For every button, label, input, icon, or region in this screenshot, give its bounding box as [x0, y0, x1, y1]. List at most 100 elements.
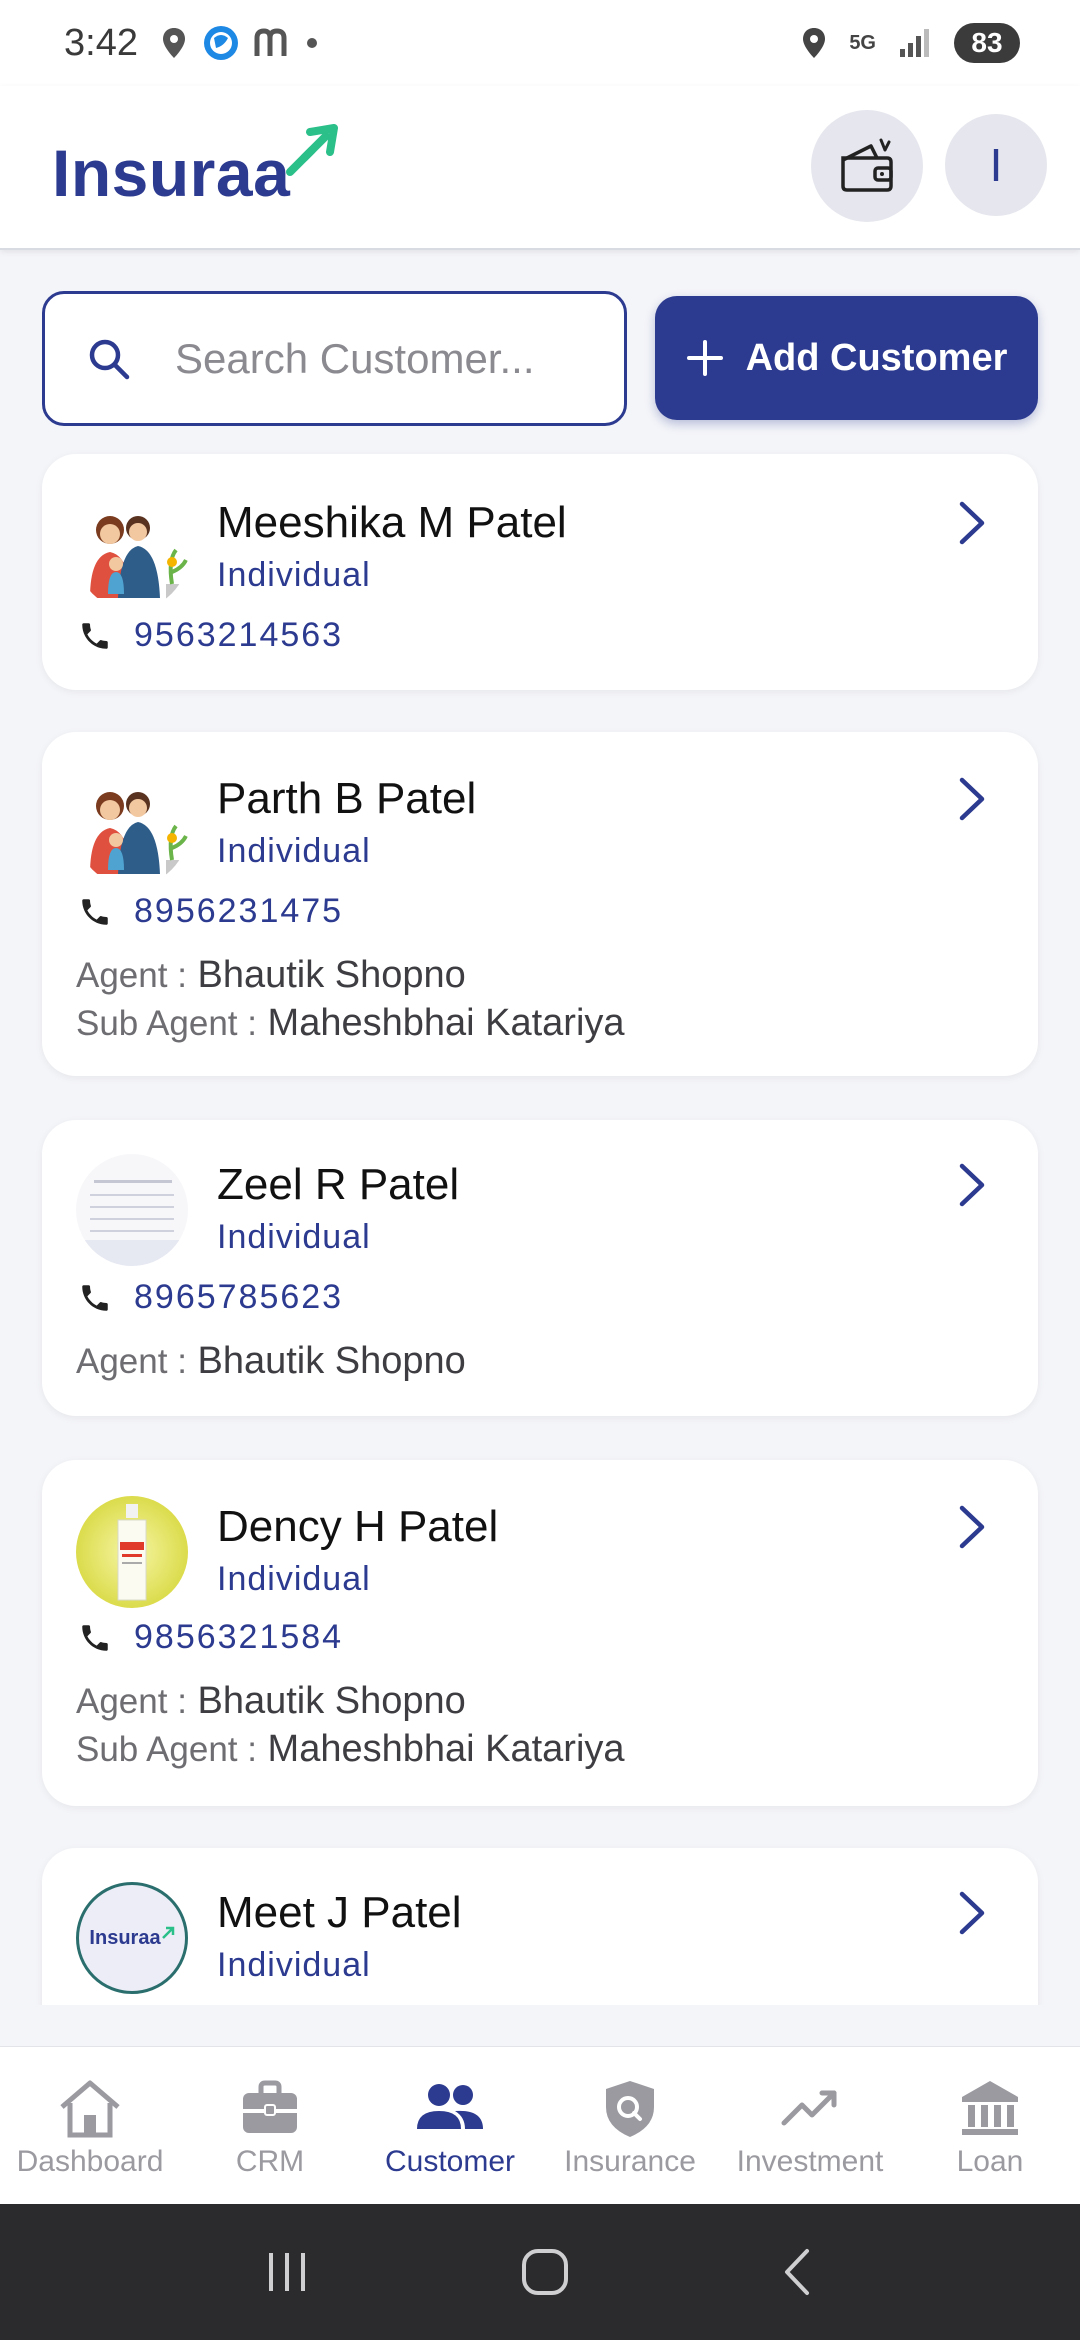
nav-item-investment[interactable]: Investment	[720, 2047, 900, 2204]
nav-label: CRM	[235, 2145, 305, 2178]
chevron-right-icon[interactable]	[956, 1162, 988, 1208]
wallet-button[interactable]	[811, 110, 923, 222]
add-customer-button[interactable]: Add Customer	[655, 296, 1038, 420]
trend-icon	[781, 2090, 837, 2126]
customer-type: Individual	[217, 556, 371, 594]
customer-type: Individual	[217, 1218, 371, 1256]
chevron-right-icon[interactable]	[956, 500, 988, 546]
phone-icon	[82, 1624, 108, 1651]
customer-name: Dency H Patel	[217, 1502, 499, 1551]
sub-agent-label: Sub Agent :	[76, 1004, 257, 1043]
sub-agent-name: Maheshbhai Katariya	[267, 1728, 625, 1770]
customer-phone: 9563214563	[134, 616, 344, 654]
customer-phone: 9856321584	[134, 1618, 344, 1656]
customer-phone: 8965785623	[134, 1278, 344, 1316]
customer-phone: 8956231475	[134, 892, 344, 930]
document-thumbnail-avatar	[76, 1154, 188, 1266]
agent-label: Agent :	[76, 1682, 187, 1721]
shield-icon	[606, 2081, 654, 2137]
avatar-logo-text: Insuraa	[89, 1926, 161, 1949]
app-logo: Insuraa	[52, 124, 342, 211]
logo-arrow-icon	[286, 124, 342, 181]
customer-name: Meeshika M Patel	[217, 498, 567, 547]
customer-card[interactable]: Meeshika M Patel Individual 9563214563	[42, 454, 1038, 690]
battery-indicator: 83	[954, 23, 1020, 63]
nav-item-loan[interactable]: Loan	[900, 2047, 1080, 2204]
profile-avatar-button[interactable]: I	[945, 114, 1047, 216]
chevron-right-icon[interactable]	[956, 776, 988, 822]
family-illustration-avatar	[76, 774, 188, 886]
customer-card[interactable]: Dency H Patel Individual 9856321584 Agen…	[42, 1460, 1038, 1806]
phone-icon	[82, 1284, 108, 1311]
phone-icon	[82, 622, 108, 649]
system-navigation-bar	[0, 2204, 1080, 2340]
sub-agent-name: Maheshbhai Katariya	[267, 1002, 625, 1044]
agent-row: Agent : Bhautik Shopno	[76, 954, 466, 997]
status-right-icons: 5G 83	[801, 23, 1020, 63]
app-header: Insuraa I	[0, 86, 1080, 250]
briefcase-icon	[243, 2080, 297, 2133]
location-icon	[801, 27, 827, 59]
customer-card[interactable]: Zeel R Patel Individual 8965785623 Agent…	[42, 1120, 1038, 1416]
search-customer-input[interactable]	[175, 334, 615, 383]
product-bottle-avatar	[76, 1496, 188, 1608]
phone-row[interactable]: 8956231475	[78, 892, 343, 931]
customer-name: Meet J Patel	[217, 1888, 462, 1937]
family-illustration-avatar	[76, 498, 188, 610]
logo-arrow-icon	[161, 1926, 174, 1939]
nav-label: Loan	[956, 2145, 1024, 2178]
customer-card[interactable]: Insuraa Meet J Patel Individual	[42, 1848, 1038, 2005]
sub-agent-row: Sub Agent : Maheshbhai Katariya	[76, 1002, 625, 1045]
insuraa-logo-avatar: Insuraa	[76, 1882, 188, 1994]
agent-row: Agent : Bhautik Shopno	[76, 1680, 466, 1723]
customer-name: Parth B Patel	[217, 774, 477, 823]
bank-icon	[962, 2081, 1018, 2135]
location-pin-notif-icon	[160, 26, 188, 60]
notification-icons	[160, 24, 318, 62]
nav-item-crm[interactable]: CRM	[180, 2047, 360, 2204]
customer-list[interactable]: Meeshika M Patel Individual 9563214563 P…	[0, 450, 1080, 2005]
nav-item-insurance[interactable]: Insurance	[540, 2047, 720, 2204]
nav-label: Dashboard	[16, 2145, 164, 2178]
home-button-icon[interactable]	[520, 2247, 570, 2297]
sub-agent-row: Sub Agent : Maheshbhai Katariya	[76, 1728, 625, 1771]
status-time: 3:42	[64, 21, 138, 64]
agent-name: Bhautik Shopno	[197, 954, 466, 996]
logo-text: Insuraa	[52, 136, 291, 210]
home-icon	[60, 2080, 120, 2138]
customer-name: Zeel R Patel	[217, 1160, 460, 1209]
m-app-icon	[254, 28, 292, 58]
agent-name: Bhautik Shopno	[197, 1680, 466, 1722]
customer-type: Individual	[217, 1560, 371, 1598]
plus-icon	[686, 340, 723, 376]
search-box[interactable]	[42, 291, 627, 426]
more-notifications-dot-icon	[306, 37, 318, 49]
nav-item-customer[interactable]: Customer	[360, 2047, 540, 2204]
customer-card[interactable]: Parth B Patel Individual 8956231475 Agen…	[42, 732, 1038, 1076]
chevron-right-icon[interactable]	[956, 1890, 988, 1936]
nav-label: Investment	[736, 2145, 884, 2178]
globe-app-icon	[202, 24, 240, 62]
sub-agent-label: Sub Agent :	[76, 1730, 257, 1769]
wallet-icon	[841, 138, 893, 192]
phone-icon	[82, 898, 108, 925]
signal-icon	[898, 27, 932, 59]
agent-name: Bhautik Shopno	[197, 1340, 466, 1382]
recent-apps-icon[interactable]	[263, 2249, 313, 2295]
phone-row[interactable]: 9563214563	[78, 616, 343, 655]
add-customer-label: Add Customer	[745, 336, 1008, 379]
status-bar: 3:42 5G 83	[0, 0, 1080, 86]
agent-label: Agent :	[76, 956, 187, 995]
nav-label: Insurance	[564, 2145, 696, 2178]
search-icon	[89, 339, 130, 379]
customer-type: Individual	[217, 1946, 371, 1984]
back-icon[interactable]	[777, 2247, 817, 2297]
phone-row[interactable]: 8965785623	[78, 1278, 343, 1317]
nav-item-dashboard[interactable]: Dashboard	[0, 2047, 180, 2204]
agent-label: Agent :	[76, 1342, 187, 1381]
network-type-label: 5G	[849, 32, 876, 54]
phone-row[interactable]: 9856321584	[78, 1618, 343, 1657]
chevron-right-icon[interactable]	[956, 1504, 988, 1550]
people-icon	[417, 2084, 483, 2129]
customer-type: Individual	[217, 832, 371, 870]
